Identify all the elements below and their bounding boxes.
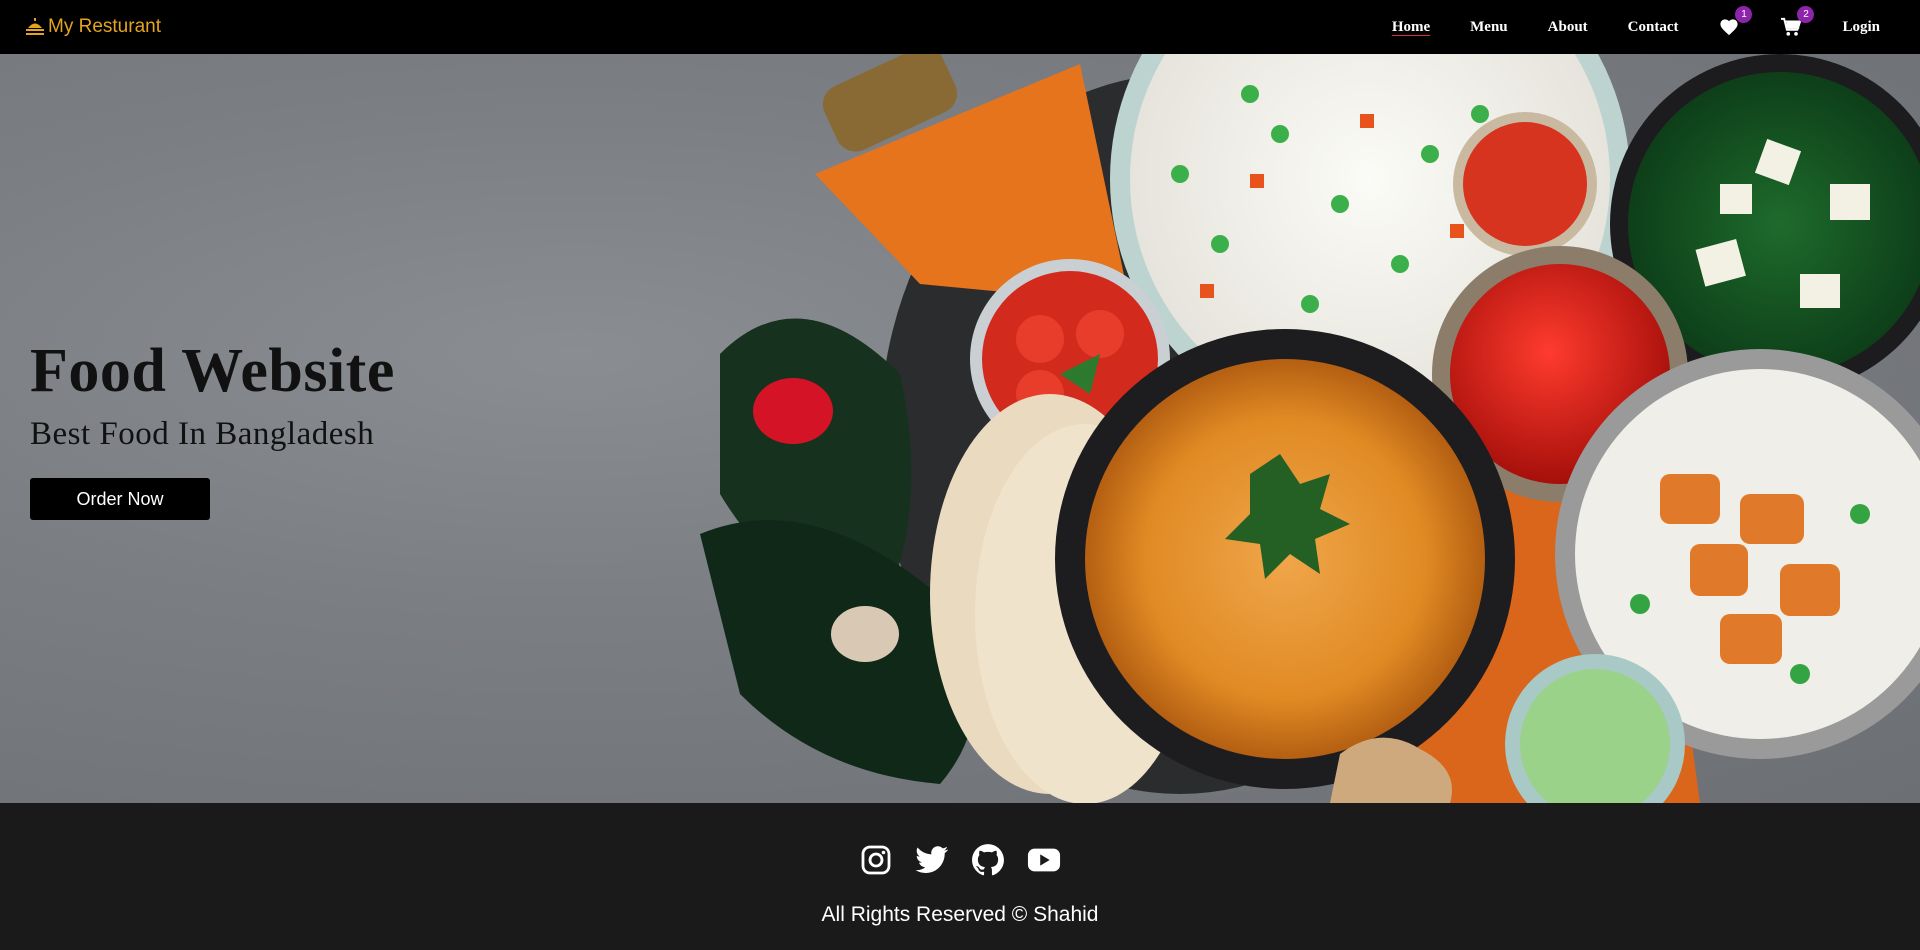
footer: All Rights Reserved © Shahid: [0, 803, 1920, 950]
brand-logo[interactable]: My Resturant: [24, 0, 161, 54]
hero-section: Food Website Best Food In Bangladesh Ord…: [0, 54, 1920, 803]
order-now-button[interactable]: Order Now: [30, 478, 210, 520]
brand-name: My Resturant: [48, 16, 161, 37]
youtube-icon[interactable]: [1027, 843, 1061, 877]
twitter-icon[interactable]: [915, 843, 949, 877]
cart-count-badge: 2: [1797, 6, 1815, 23]
copyright-text: All Rights Reserved © Shahid: [821, 903, 1099, 926]
wishlist-button[interactable]: 1: [1718, 6, 1753, 38]
restaurant-icon: [24, 16, 46, 38]
cart-button[interactable]: 2: [1780, 6, 1815, 38]
hero-title: Food Website: [30, 337, 395, 405]
nav-menu[interactable]: Menu: [1470, 17, 1508, 38]
hero-subtitle: Best Food In Bangladesh: [30, 416, 375, 452]
instagram-icon[interactable]: [859, 843, 893, 877]
nav-login[interactable]: Login: [1842, 17, 1880, 38]
wishlist-count-badge: 1: [1735, 6, 1753, 23]
social-links: [0, 843, 1920, 877]
nav-about[interactable]: About: [1548, 17, 1588, 38]
heart-icon: [1720, 19, 1739, 36]
github-icon[interactable]: [971, 843, 1005, 877]
main-nav: Home Menu About Contact 1 2 Login: [1352, 0, 1880, 54]
nav-contact[interactable]: Contact: [1628, 17, 1679, 38]
nav-home[interactable]: Home: [1392, 17, 1430, 38]
navbar: My Resturant Home Menu About Contact 1 2…: [0, 0, 1920, 54]
